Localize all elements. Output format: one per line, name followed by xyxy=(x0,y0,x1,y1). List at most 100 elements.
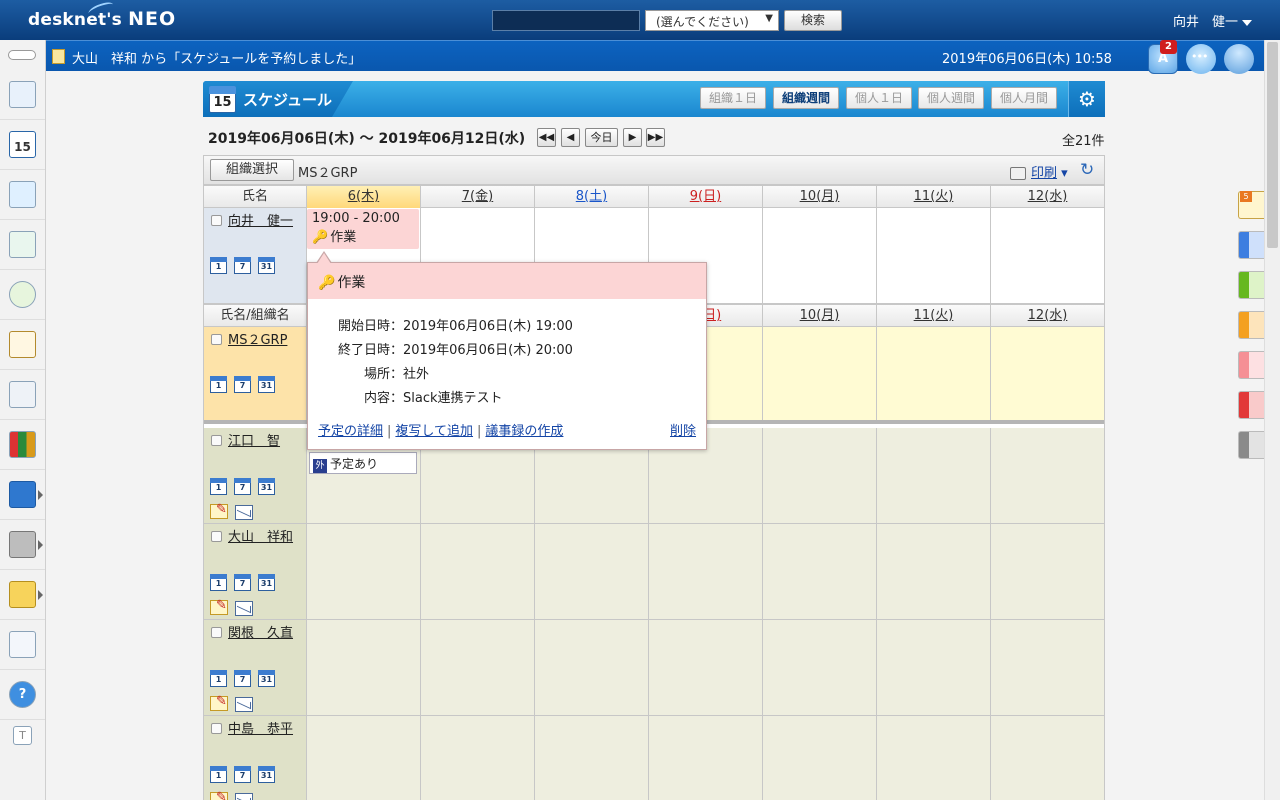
mail-icon[interactable] xyxy=(235,697,253,712)
day-header[interactable]: 11(火) xyxy=(877,186,991,208)
day-view-icon[interactable]: 1 xyxy=(210,670,227,687)
day-cell[interactable] xyxy=(763,716,877,800)
day-link[interactable]: 9(日) xyxy=(690,189,721,204)
day-link[interactable]: 10(月) xyxy=(800,189,840,204)
mail-icon[interactable] xyxy=(235,601,253,616)
day-header[interactable]: 8(土) xyxy=(535,186,649,208)
day-cell[interactable] xyxy=(877,428,991,523)
person-name-link[interactable]: 関根 久直 xyxy=(228,622,293,641)
day-view-icon[interactable]: 1 xyxy=(210,257,227,274)
month-view-icon[interactable]: 31 xyxy=(258,478,275,495)
prev-week-button[interactable]: ◀◀ xyxy=(537,128,556,147)
person-name-link[interactable]: 向井 健一 xyxy=(228,210,293,229)
event-detail-link[interactable]: 予定の詳細 xyxy=(318,424,383,439)
row-checkbox[interactable] xyxy=(211,627,222,638)
day-cell[interactable] xyxy=(877,208,991,303)
refresh-icon[interactable]: ↻ xyxy=(1080,160,1094,180)
memo-icon[interactable] xyxy=(210,598,228,615)
row-checkbox[interactable] xyxy=(211,435,222,446)
user-profile-icon[interactable] xyxy=(1224,44,1254,74)
page-scrollbar[interactable] xyxy=(1264,40,1280,800)
sidebar-item-mail[interactable] xyxy=(0,170,45,220)
day-cell[interactable] xyxy=(877,716,991,800)
day-cell[interactable] xyxy=(763,524,877,619)
day-header[interactable]: 12(水) xyxy=(991,186,1104,208)
prev-day-button[interactable]: ◀ xyxy=(561,128,580,147)
right-tab-blue[interactable] xyxy=(1238,231,1264,259)
row-checkbox[interactable] xyxy=(211,531,222,542)
day-link[interactable]: 10(月) xyxy=(800,308,840,323)
search-button[interactable]: 検索 xyxy=(784,10,842,31)
row-checkbox[interactable] xyxy=(211,215,222,226)
view-personal-month-button[interactable]: 個人月間 xyxy=(991,87,1058,109)
day-header[interactable]: 9(日) xyxy=(649,186,763,208)
today-button[interactable]: 今日 xyxy=(585,128,618,147)
day-header[interactable]: 6(木) xyxy=(307,186,421,208)
day-cell[interactable] xyxy=(991,620,1104,715)
day-cell[interactable] xyxy=(649,716,763,800)
sidebar-item-folder-yellow[interactable] xyxy=(0,570,45,620)
view-personal-day-button[interactable]: 個人１日 xyxy=(846,87,913,109)
day-cell[interactable] xyxy=(421,716,535,800)
next-week-button[interactable]: ▶▶ xyxy=(646,128,665,147)
week-view-icon[interactable]: 7 xyxy=(234,257,251,274)
chat-icon[interactable] xyxy=(1186,44,1216,74)
sidebar-item-todo[interactable] xyxy=(0,270,45,320)
mail-icon[interactable] xyxy=(235,793,253,800)
day-link[interactable]: 8(土) xyxy=(576,189,607,204)
day-cell[interactable] xyxy=(991,524,1104,619)
day-cell[interactable] xyxy=(535,620,649,715)
memo-icon[interactable] xyxy=(210,694,228,711)
day-cell[interactable] xyxy=(535,716,649,800)
week-view-icon[interactable]: 7 xyxy=(234,574,251,591)
day-header[interactable]: 12(水) xyxy=(991,305,1104,327)
sidebar-item-schedule[interactable]: 15 xyxy=(0,120,45,170)
day-cell[interactable] xyxy=(991,716,1104,800)
day-cell[interactable] xyxy=(877,327,991,420)
row-checkbox[interactable] xyxy=(211,334,222,345)
right-tab-orange[interactable] xyxy=(1238,311,1264,339)
view-personal-week-button[interactable]: 個人週間 xyxy=(918,87,985,109)
day-link[interactable]: 12(水) xyxy=(1028,189,1068,204)
day-view-icon[interactable]: 1 xyxy=(210,766,227,783)
day-header[interactable]: 10(月) xyxy=(763,305,877,327)
day-cell[interactable] xyxy=(307,524,421,619)
day-cell[interactable] xyxy=(535,524,649,619)
sidebar-item-settings-list[interactable] xyxy=(0,620,45,670)
week-view-icon[interactable]: 7 xyxy=(234,670,251,687)
sidebar-item-board[interactable] xyxy=(0,320,45,370)
search-input[interactable] xyxy=(492,10,640,31)
org-select-button[interactable]: 組織選択 xyxy=(210,159,294,181)
day-cell[interactable] xyxy=(991,428,1104,523)
day-cell[interactable] xyxy=(763,208,877,303)
day-cell[interactable] xyxy=(877,620,991,715)
search-scope-select[interactable]: (選んでください) ▼ xyxy=(645,10,779,31)
day-link[interactable]: 11(火) xyxy=(914,308,954,323)
sidebar-item-help[interactable]: ? xyxy=(0,670,45,720)
next-day-button[interactable]: ▶ xyxy=(623,128,642,147)
day-cell[interactable] xyxy=(763,327,877,420)
day-view-icon[interactable]: 1 xyxy=(210,478,227,495)
sidebar-item-folder-gray[interactable] xyxy=(0,520,45,570)
sidebar-item-text-size[interactable]: T xyxy=(0,720,45,770)
person-name-link[interactable]: 大山 祥和 xyxy=(228,526,293,545)
row-checkbox[interactable] xyxy=(211,723,222,734)
day-cell[interactable] xyxy=(763,428,877,523)
day-link[interactable]: 6(木) xyxy=(348,189,379,204)
month-view-icon[interactable]: 31 xyxy=(258,376,275,393)
day-link[interactable]: 12(水) xyxy=(1028,308,1068,323)
sidebar-item-documents[interactable] xyxy=(0,370,45,420)
day-link[interactable]: 7(金) xyxy=(462,189,493,204)
view-org-week-button[interactable]: 組織週間 xyxy=(773,87,840,109)
week-view-icon[interactable]: 7 xyxy=(234,376,251,393)
sidebar-item-facility[interactable] xyxy=(0,220,45,270)
right-tab-pink[interactable] xyxy=(1238,351,1264,379)
user-menu[interactable]: 向井 健一 xyxy=(1173,11,1252,30)
print-link[interactable]: 印刷 ▾ xyxy=(1010,162,1068,181)
busy-indicator[interactable]: 外予定あり xyxy=(309,452,417,474)
day-cell[interactable] xyxy=(991,327,1104,420)
month-view-icon[interactable]: 31 xyxy=(258,574,275,591)
day-cell[interactable] xyxy=(421,524,535,619)
notification-text[interactable]: 大山 祥和 から「スケジュールを予約しました」 xyxy=(72,48,361,67)
day-cell[interactable] xyxy=(421,620,535,715)
